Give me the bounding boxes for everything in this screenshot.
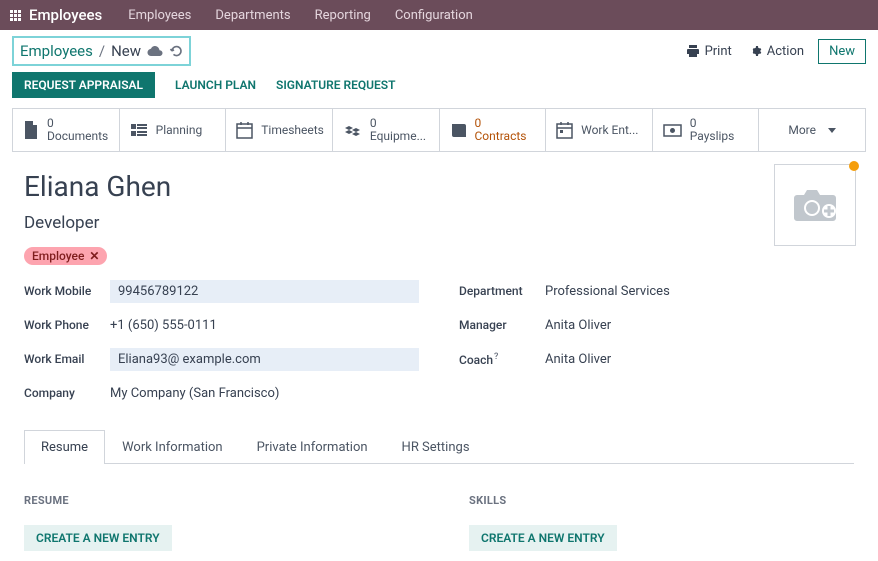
equipment-icon — [343, 122, 362, 138]
value-company[interactable]: My Company (San Francisco) — [110, 382, 279, 405]
label-company: Company — [24, 386, 110, 400]
fields-left: Work Mobile Work Phone +1 (650) 555-0111… — [24, 279, 419, 415]
status-dot — [849, 161, 859, 171]
print-button[interactable]: Print — [686, 44, 732, 59]
nav-employees[interactable]: Employees — [128, 8, 191, 23]
stat-payslips[interactable]: 0 Payslips — [653, 109, 760, 151]
gear-icon — [748, 44, 762, 58]
action-button[interactable]: Action — [748, 44, 804, 59]
employee-job-title[interactable]: Developer — [24, 213, 854, 233]
tab-hr-settings[interactable]: HR Settings — [385, 430, 487, 464]
calendar-icon — [556, 122, 573, 139]
tab-work-information[interactable]: Work Information — [105, 430, 240, 464]
print-icon — [686, 44, 700, 58]
action-row: REQUEST APPRAISAL LAUNCH PLAN SIGNATURE … — [0, 72, 878, 108]
camera-icon — [791, 187, 839, 223]
breadcrumb-separator: / — [99, 42, 105, 60]
fields-right: Department Professional Services Manager… — [459, 279, 854, 415]
undo-icon[interactable] — [169, 44, 183, 58]
book-icon — [450, 123, 467, 138]
input-work-email[interactable] — [110, 348, 419, 371]
request-appraisal-button[interactable]: REQUEST APPRAISAL — [12, 72, 155, 98]
label-work-phone: Work Phone — [24, 318, 110, 332]
stat-contracts[interactable]: 0 Contracts — [440, 109, 547, 151]
stat-planning[interactable]: Planning — [120, 109, 227, 151]
stat-count: 0 — [47, 117, 108, 129]
label-department: Department — [459, 284, 545, 298]
document-icon — [23, 121, 39, 140]
calendar-icon — [236, 122, 253, 139]
stat-documents[interactable]: 0 Documents — [13, 109, 120, 151]
form-area: Eliana Ghen Developer Employee ✕ Work Mo… — [0, 152, 878, 561]
toolbar: Employees / New Print Action New — [0, 30, 878, 72]
stat-count: 0 — [370, 117, 426, 129]
signature-request-button[interactable]: SIGNATURE REQUEST — [276, 78, 395, 92]
breadcrumb-current: New — [111, 42, 141, 60]
tab-resume[interactable]: Resume — [24, 430, 105, 464]
stat-label: Work Ent... — [581, 123, 638, 137]
value-department[interactable]: Professional Services — [545, 280, 670, 303]
employee-name[interactable]: Eliana Ghen — [24, 170, 854, 203]
tag-remove-icon[interactable]: ✕ — [89, 249, 99, 263]
help-icon[interactable]: ? — [494, 352, 498, 362]
cloud-save-icon[interactable] — [147, 45, 163, 57]
nav-departments[interactable]: Departments — [215, 8, 290, 23]
stat-label: Contracts — [475, 129, 527, 143]
create-skills-entry-button[interactable]: CREATE A NEW ENTRY — [469, 525, 617, 551]
breadcrumb-root[interactable]: Employees — [20, 42, 93, 60]
nav-configuration[interactable]: Configuration — [395, 8, 473, 23]
stat-count: 0 — [475, 117, 527, 129]
skills-heading: SKILLS — [469, 494, 854, 507]
label-coach: Coach? — [459, 352, 545, 367]
skills-section: SKILLS CREATE A NEW ENTRY — [469, 494, 854, 551]
top-navbar: Employees Employees Departments Reportin… — [0, 0, 878, 30]
stat-label: Planning — [156, 123, 203, 137]
chevron-down-icon — [828, 128, 836, 133]
value-coach[interactable]: Anita Oliver — [545, 348, 611, 371]
more-label: More — [788, 123, 816, 137]
value-work-phone[interactable]: +1 (650) 555-0111 — [110, 314, 217, 337]
employee-tag[interactable]: Employee ✕ — [24, 247, 107, 265]
apps-icon[interactable] — [10, 10, 21, 21]
form-tabs: Resume Work Information Private Informat… — [24, 429, 854, 464]
stat-label: Timesheets — [261, 123, 324, 137]
stat-equipment[interactable]: 0 Equipme... — [333, 109, 440, 151]
stats-row: 0 Documents Planning Timesheets 0 Equipm… — [12, 108, 866, 152]
resume-section: RESUME CREATE A NEW ENTRY — [24, 494, 409, 551]
input-work-mobile[interactable] — [110, 280, 419, 303]
money-icon — [663, 124, 682, 137]
stat-work-entries[interactable]: Work Ent... — [546, 109, 653, 151]
brand-title: Employees — [29, 6, 102, 24]
stat-label: Documents — [47, 129, 108, 143]
stat-timesheets[interactable]: Timesheets — [226, 109, 333, 151]
stat-count: 0 — [690, 117, 735, 129]
label-manager: Manager — [459, 318, 545, 332]
resume-heading: RESUME — [24, 494, 409, 507]
stat-label: Equipme... — [370, 129, 426, 143]
value-manager[interactable]: Anita Oliver — [545, 314, 611, 337]
stat-more[interactable]: More — [759, 109, 865, 151]
avatar-upload[interactable] — [774, 164, 856, 246]
planning-icon — [130, 122, 148, 138]
label-work-mobile: Work Mobile — [24, 284, 110, 298]
breadcrumb: Employees / New — [12, 36, 191, 66]
nav-reporting[interactable]: Reporting — [315, 8, 371, 23]
launch-plan-button[interactable]: LAUNCH PLAN — [175, 78, 256, 92]
tab-private-information[interactable]: Private Information — [240, 430, 385, 464]
stat-label: Payslips — [690, 129, 735, 143]
create-resume-entry-button[interactable]: CREATE A NEW ENTRY — [24, 525, 172, 551]
label-work-email: Work Email — [24, 352, 110, 366]
new-button[interactable]: New — [818, 39, 866, 64]
